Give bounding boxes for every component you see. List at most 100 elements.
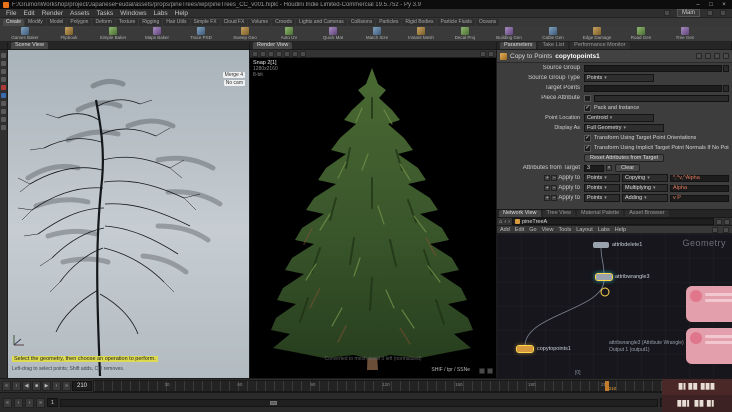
- help-icon[interactable]: [720, 10, 726, 16]
- range-slider[interactable]: [60, 398, 658, 407]
- next-keyframe-button[interactable]: ›: [52, 380, 61, 391]
- shelf-tab[interactable]: Oceans: [475, 19, 500, 26]
- shelf-tab[interactable]: Create: [3, 19, 25, 26]
- shelf-tab[interactable]: Rigging: [139, 19, 163, 26]
- multiparm-remove-icon[interactable]: −: [551, 195, 558, 201]
- snapshot-icon[interactable]: [268, 50, 274, 57]
- tab-performance-monitor[interactable]: Performance Monitor: [570, 42, 630, 49]
- menu-tasks[interactable]: Tasks: [97, 10, 114, 17]
- multiparm-remove-icon[interactable]: −: [551, 185, 558, 191]
- playback-start-field[interactable]: 1: [47, 398, 58, 407]
- attribs-count-input[interactable]: 3: [584, 164, 604, 172]
- render-stop-icon[interactable]: [260, 50, 266, 57]
- menu-windows[interactable]: Windows: [120, 10, 146, 17]
- shelf-tool[interactable]: Tree Gen: [664, 27, 706, 40]
- render-viewport[interactable]: Snap 2[1] 1280x2160 8-bit Converted to m…: [250, 50, 497, 378]
- apply-what-dropdown[interactable]: Points ▾: [584, 184, 620, 192]
- hud-zoom-icon[interactable]: [479, 368, 485, 374]
- multiparm-add-icon[interactable]: +: [544, 175, 551, 181]
- grid-toggle-icon[interactable]: [1, 117, 6, 122]
- pack-checkbox[interactable]: ✓: [584, 104, 591, 112]
- camera-lock-icon[interactable]: [1, 125, 6, 130]
- apply-what-dropdown[interactable]: Points ▾: [584, 174, 620, 182]
- select-tool-icon[interactable]: [1, 53, 6, 58]
- menu-help[interactable]: Help: [175, 10, 188, 17]
- apply-how-dropdown[interactable]: Adding ▾: [622, 194, 668, 202]
- maximize-button[interactable]: □: [706, 2, 716, 8]
- desktop-selector[interactable]: Main: [676, 9, 700, 17]
- display-flags-icon[interactable]: [723, 226, 729, 233]
- display-options-icon[interactable]: [1, 109, 6, 114]
- menu-file[interactable]: File: [6, 10, 16, 17]
- view-tool-icon[interactable]: [1, 93, 6, 98]
- update-mode-icon[interactable]: [663, 10, 670, 16]
- net-menu-edit[interactable]: Edit: [515, 227, 524, 233]
- shelf-tool[interactable]: Edge Damage: [576, 27, 618, 40]
- network-path-field[interactable]: pineTreeA: [512, 218, 714, 225]
- pin-icon[interactable]: [716, 218, 722, 225]
- shelf-tab[interactable]: Deform: [92, 19, 115, 26]
- shelf-tab[interactable]: Collisions: [347, 19, 376, 26]
- layout-icon[interactable]: [707, 10, 713, 16]
- net-menu-go[interactable]: Go: [529, 227, 536, 233]
- rotate-tool-icon[interactable]: [1, 69, 6, 74]
- shelf-tool[interactable]: Flipbook: [48, 27, 90, 40]
- node-copytopoints1[interactable]: [516, 345, 534, 353]
- shelf-tab[interactable]: Model: [46, 19, 67, 26]
- clear-button[interactable]: Clear: [615, 164, 641, 172]
- menu-assets[interactable]: Assets: [70, 10, 90, 17]
- node-attribwrangle3[interactable]: [595, 273, 613, 281]
- shelf-tool[interactable]: Games Baker: [4, 27, 46, 40]
- channel-icon[interactable]: [300, 50, 306, 57]
- snap-grid-icon[interactable]: [712, 226, 718, 233]
- jump-end-button[interactable]: »: [62, 380, 71, 391]
- shelf-tool[interactable]: Road Gen: [620, 27, 662, 40]
- shelf-tab[interactable]: Hair Utils: [163, 19, 190, 26]
- apply-how-dropdown[interactable]: Copying ▾: [622, 174, 668, 182]
- current-frame-field[interactable]: 210: [72, 380, 92, 391]
- range-end-button[interactable]: »: [36, 397, 45, 408]
- net-menu-help[interactable]: Help: [615, 227, 626, 233]
- tab-network-view[interactable]: Network View: [499, 210, 541, 217]
- gear-icon[interactable]: [714, 53, 720, 59]
- pin-icon[interactable]: [696, 53, 702, 59]
- menu-render[interactable]: Render: [42, 10, 63, 17]
- home-icon[interactable]: ⌂: [499, 219, 502, 225]
- network-canvas[interactable]: Geometry attribdelete1 attribwrangle3 co…: [497, 234, 732, 378]
- timeline-ruler[interactable]: 30 60 90 120 150 180 210 240 210: [93, 379, 698, 392]
- scene-viewport[interactable]: Merge 4 No cam Select the geometry, then…: [8, 50, 250, 378]
- camera-overlay[interactable]: No cam: [223, 80, 245, 86]
- apply-attrs-input[interactable]: v P: [670, 194, 729, 202]
- menu-labs[interactable]: Labs: [154, 10, 168, 17]
- apply-how-dropdown[interactable]: Multiplying ▾: [622, 184, 668, 192]
- xform-implicit-checkbox[interactable]: ✓: [584, 144, 591, 152]
- jump-start-button[interactable]: «: [2, 380, 11, 391]
- group-picker-icon[interactable]: [723, 64, 729, 72]
- shelf-tool[interactable]: Sweep Geo: [224, 27, 266, 40]
- apply-what-dropdown[interactable]: Points ▾: [584, 194, 620, 202]
- tab-scene-view[interactable]: Scene View: [11, 42, 48, 49]
- shelf-tool[interactable]: Cable Gen: [532, 27, 574, 40]
- render-settings-icon[interactable]: [480, 50, 486, 57]
- tab-asset-browser[interactable]: Asset Browser: [625, 210, 669, 217]
- shelf-tab[interactable]: Modify: [25, 19, 46, 26]
- help-icon[interactable]: [723, 53, 729, 59]
- target-points-input[interactable]: [584, 84, 722, 92]
- range-start-button[interactable]: «: [3, 397, 12, 408]
- scale-tool-icon[interactable]: [1, 77, 6, 82]
- tab-parameters[interactable]: Parameters: [500, 42, 537, 49]
- shelf-tab[interactable]: Lights and Cameras: [296, 19, 347, 26]
- net-menu-view[interactable]: View: [542, 227, 554, 233]
- piece-attribute-checkbox[interactable]: [584, 94, 591, 102]
- shelf-tab[interactable]: Particles: [376, 19, 402, 26]
- range-slider-thumb[interactable]: [269, 400, 277, 405]
- hud-expand-icon[interactable]: [487, 368, 493, 374]
- node-name-field[interactable]: copytopoints1: [555, 53, 599, 60]
- multiparm-add-icon[interactable]: +: [544, 185, 551, 191]
- shelf-tool[interactable]: Instant Mesh: [400, 27, 442, 40]
- shelf-tab[interactable]: Particle Fluids: [437, 19, 475, 26]
- step-back-button[interactable]: ‹: [14, 397, 23, 408]
- menu-edit[interactable]: Edit: [23, 10, 34, 17]
- prev-snapshot-icon[interactable]: [276, 50, 282, 57]
- apply-attrs-input[interactable]: *,^v,^Alpha: [670, 174, 729, 182]
